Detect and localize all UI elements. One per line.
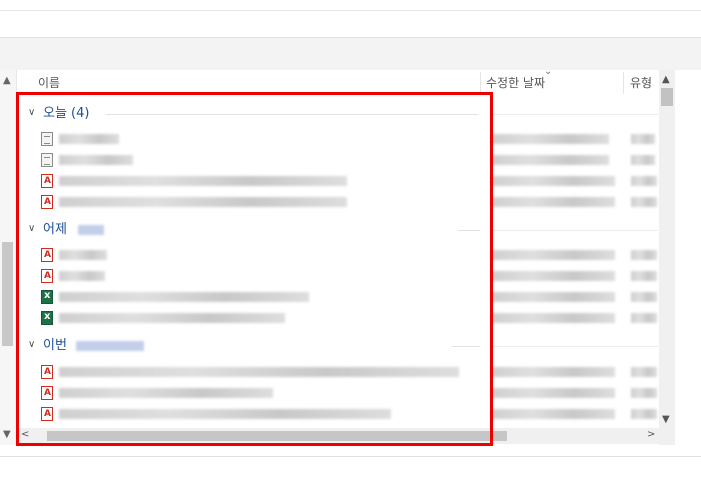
file-row[interactable] (41, 172, 659, 192)
address-bar[interactable] (0, 11, 701, 38)
file-type-redacted (631, 176, 657, 186)
document-file-icon (41, 132, 53, 146)
file-type-redacted (631, 367, 657, 377)
file-row[interactable] (41, 384, 659, 404)
chevron-down-icon[interactable]: ∨ (28, 107, 35, 118)
file-name-redacted (59, 271, 105, 281)
file-row[interactable] (41, 151, 659, 171)
scrollbar-thumb[interactable] (47, 431, 507, 441)
column-divider[interactable] (623, 72, 624, 94)
nav-pane-scrollbar[interactable]: ▲ ▼ (0, 70, 17, 445)
chevron-down-icon[interactable]: ∨ (28, 223, 35, 234)
file-type-redacted (631, 197, 657, 207)
scroll-right-icon[interactable]: > (647, 430, 655, 440)
file-row[interactable] (41, 130, 659, 150)
file-type-redacted (631, 250, 657, 260)
scroll-up-icon[interactable]: ▲ (662, 75, 670, 85)
file-name-redacted (59, 388, 273, 398)
status-bar (0, 456, 701, 479)
file-type-redacted (631, 134, 655, 144)
pdf-file-icon (41, 365, 53, 379)
document-file-icon (41, 153, 53, 167)
file-date-redacted (491, 409, 615, 419)
file-date-redacted (491, 134, 609, 144)
group-divider (490, 346, 658, 347)
file-name-redacted (59, 134, 119, 144)
pdf-file-icon (41, 174, 53, 188)
file-name-redacted (59, 313, 285, 323)
group-divider (490, 230, 658, 231)
chevron-down-icon[interactable]: ∨ (28, 339, 35, 350)
column-divider[interactable] (480, 72, 481, 94)
file-name-redacted (59, 176, 347, 186)
group-title: 오늘 (4) (43, 106, 90, 121)
excel-file-icon (41, 290, 53, 304)
pdf-file-icon (41, 248, 53, 262)
file-row[interactable] (41, 193, 659, 213)
file-name-redacted (59, 409, 391, 419)
file-date-redacted (491, 313, 615, 323)
title-bar (0, 0, 701, 11)
column-header-name[interactable]: 이름 (38, 70, 60, 96)
vertical-scrollbar[interactable]: ▲ ▼ (659, 70, 675, 445)
file-type-redacted (631, 388, 657, 398)
file-name-redacted (59, 250, 107, 260)
pdf-file-icon (41, 407, 53, 421)
group-count-redacted (76, 341, 144, 351)
file-row[interactable] (41, 363, 659, 383)
scroll-left-icon[interactable]: < (21, 430, 29, 440)
file-row[interactable] (41, 288, 659, 308)
file-row[interactable] (41, 246, 659, 266)
file-row[interactable] (41, 309, 659, 329)
group-title: 이번 (43, 338, 67, 353)
file-type-redacted (631, 409, 657, 419)
file-name-redacted (59, 367, 459, 377)
group-divider (452, 346, 480, 347)
chevron-up-icon[interactable]: ▲ (3, 76, 11, 86)
horizontal-scrollbar[interactable]: < > (17, 428, 659, 444)
file-type-redacted (631, 271, 657, 281)
sort-caret-icon: ⌄ (544, 66, 553, 77)
group-header-yesterday[interactable]: ∨ 어제 (28, 221, 488, 241)
file-name-redacted (59, 155, 133, 165)
pdf-file-icon (41, 269, 53, 283)
group-divider (490, 114, 658, 115)
file-row[interactable] (41, 405, 659, 425)
file-date-redacted (491, 292, 615, 302)
group-count-redacted (78, 225, 104, 235)
toolbar (0, 38, 701, 70)
file-date-redacted (491, 388, 615, 398)
group-header-this-week[interactable]: ∨ 이번 (28, 337, 488, 357)
group-title: 어제 (43, 222, 67, 237)
group-header-today[interactable]: ∨ 오늘 (4) (28, 105, 488, 125)
pdf-file-icon (41, 195, 53, 209)
column-header-type[interactable]: 유형 (630, 70, 652, 96)
file-date-redacted (491, 197, 615, 207)
file-date-redacted (491, 176, 615, 186)
group-divider (458, 230, 480, 231)
file-type-redacted (631, 313, 657, 323)
scrollbar-thumb[interactable] (661, 88, 673, 106)
file-date-redacted (491, 250, 615, 260)
excel-file-icon (41, 311, 53, 325)
file-type-redacted (631, 155, 655, 165)
file-name-redacted (59, 197, 347, 207)
group-divider (106, 114, 478, 115)
chevron-down-icon[interactable]: ▼ (3, 430, 11, 440)
file-date-redacted (491, 155, 609, 165)
scrollbar-thumb[interactable] (2, 242, 13, 346)
pdf-file-icon (41, 386, 53, 400)
scroll-down-icon[interactable]: ▼ (662, 415, 670, 425)
file-row[interactable] (41, 267, 659, 287)
file-type-redacted (631, 292, 657, 302)
file-date-redacted (491, 271, 615, 281)
column-header-modified[interactable]: 수정한 날짜 (486, 70, 545, 96)
file-date-redacted (491, 367, 615, 377)
file-name-redacted (59, 292, 309, 302)
